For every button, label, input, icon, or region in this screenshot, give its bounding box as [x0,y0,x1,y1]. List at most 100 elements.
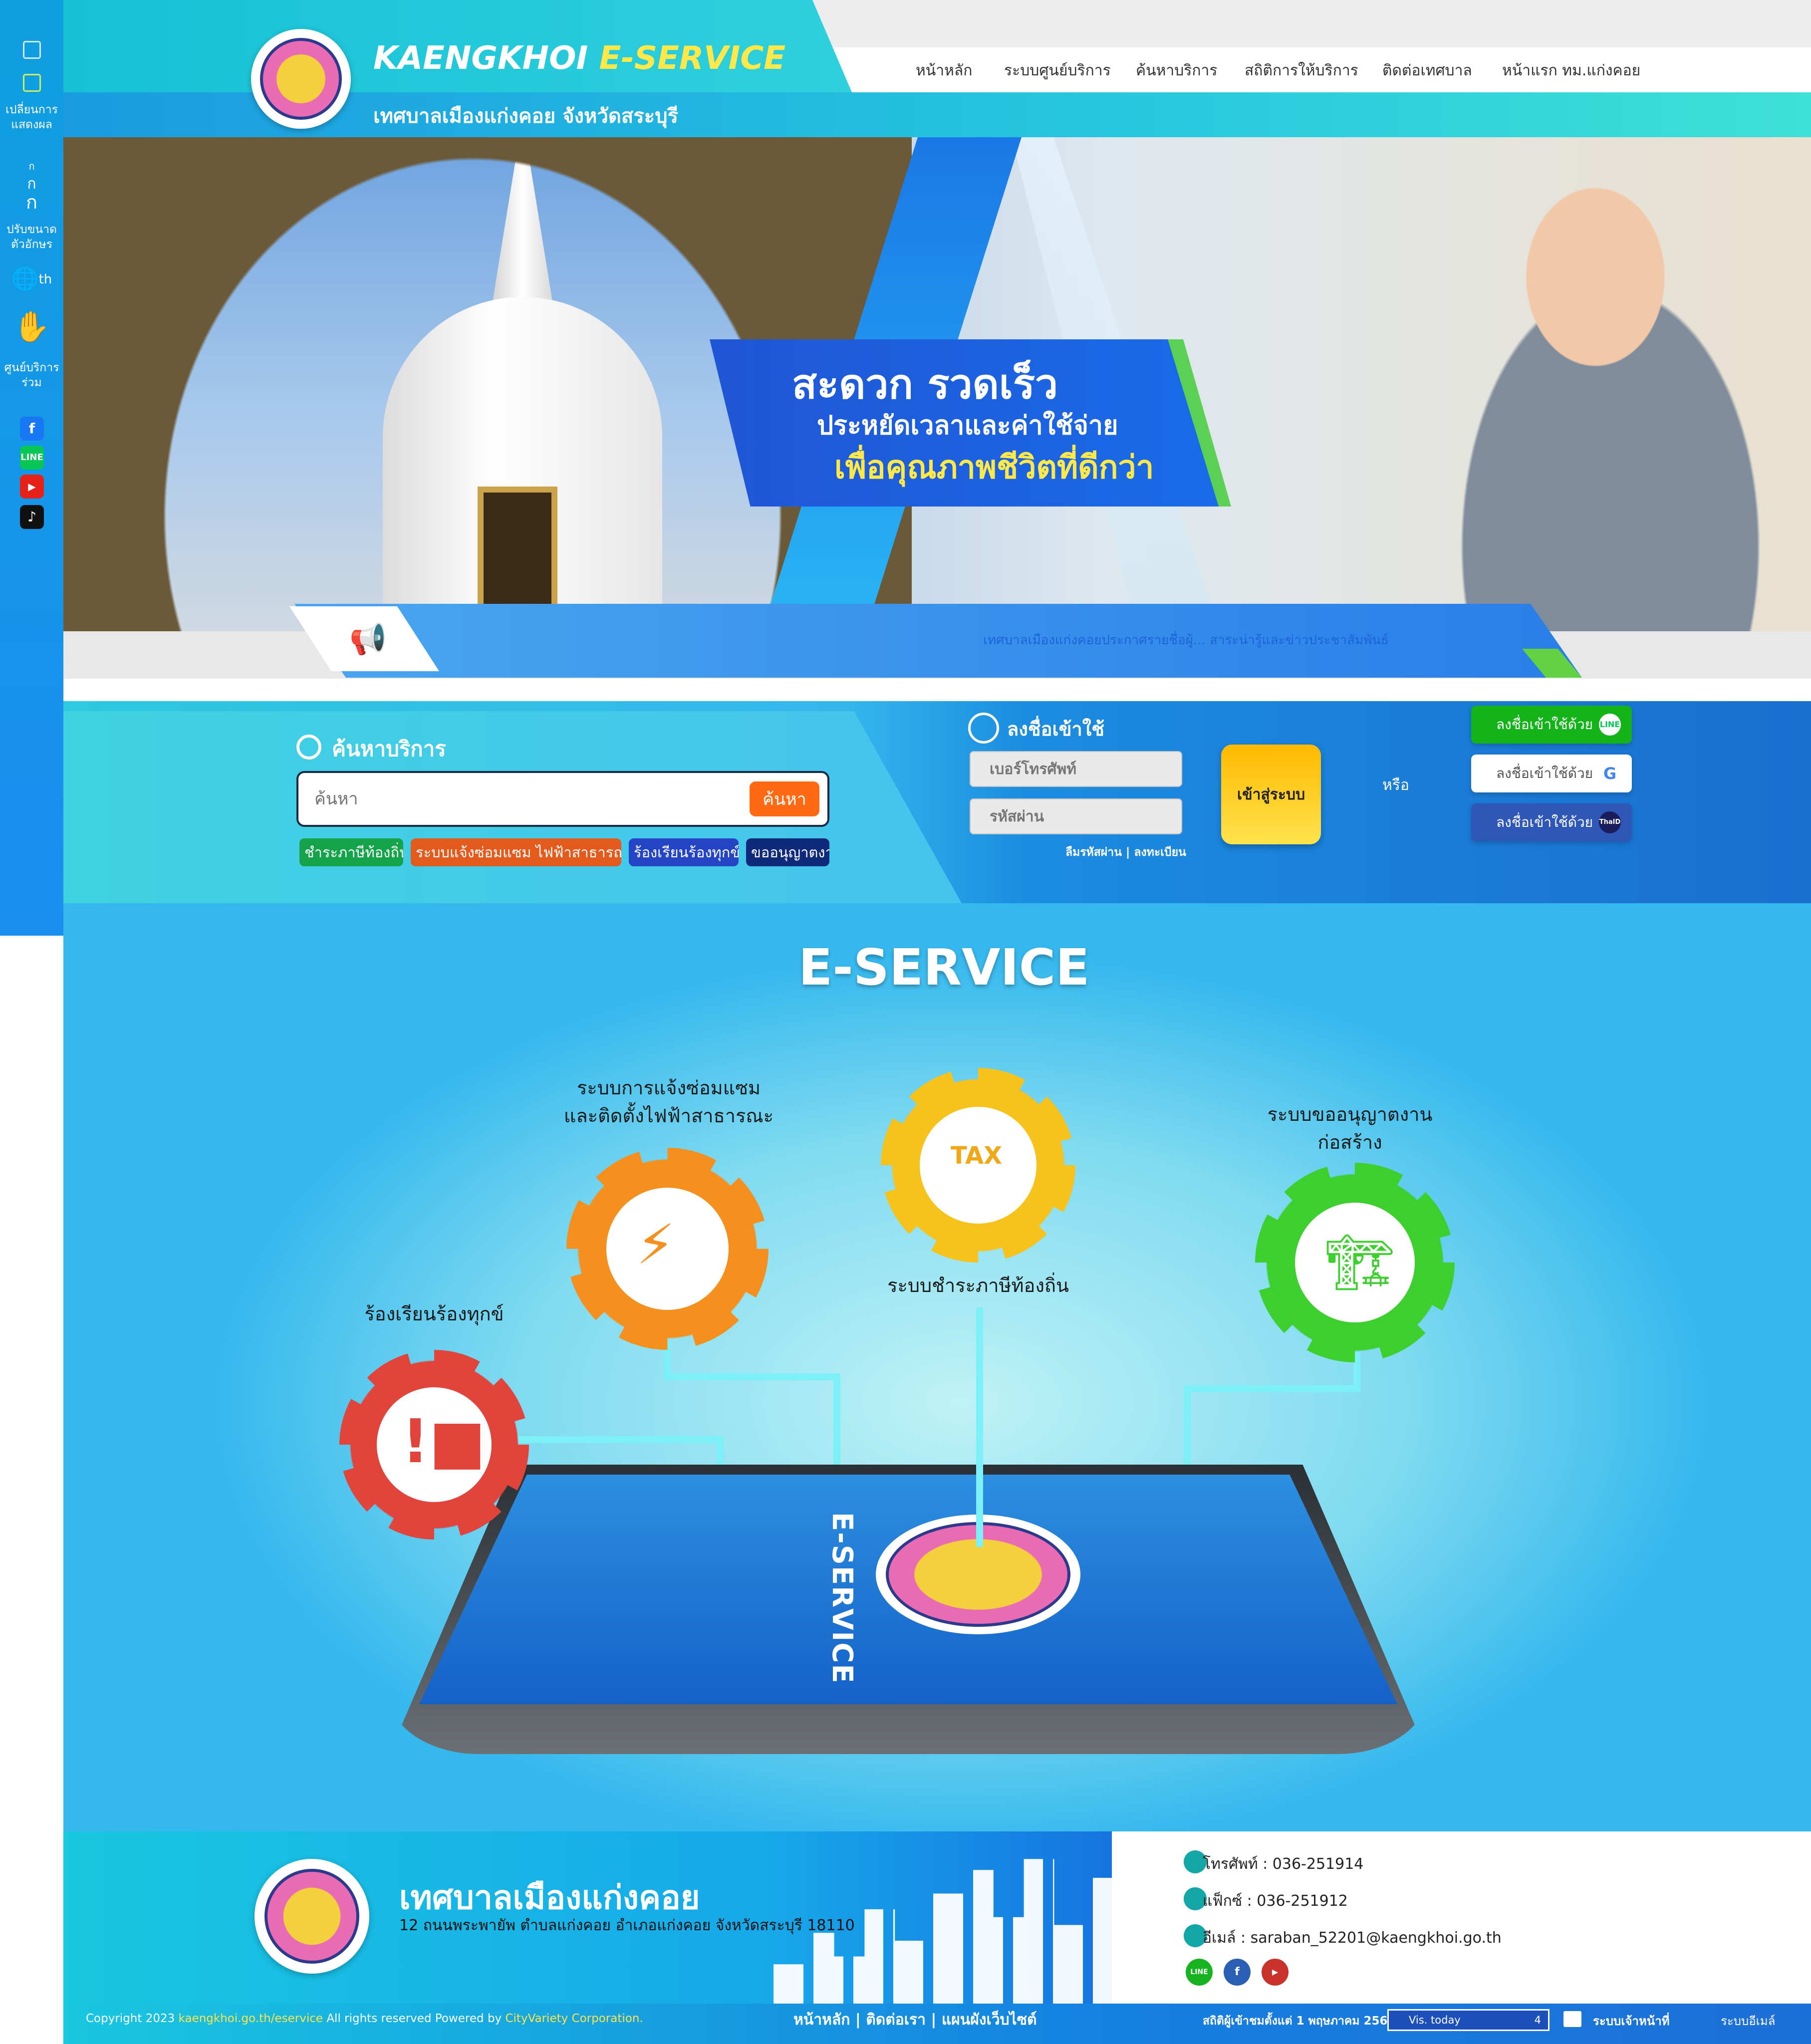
left-toolbar: เปลี่ยนการแสดงผล ก ก ก ปรับขนาดตัวอักษร … [0,0,63,936]
gear-center: ⚡ [606,1188,729,1310]
nav-statistics[interactable]: สถิติการให้บริการ [1245,59,1358,82]
login-button[interactable]: เข้าสู่ระบบ [1221,745,1321,844]
tag-streetlight-repair[interactable]: ระบบแจ้งซ่อมแซม ไฟฟ้าสาธารณะ [411,838,621,866]
hand-service-icon[interactable]: ✋ [0,312,63,342]
vendor-link[interactable]: CityVariety Corporation. [505,2012,643,2025]
password-input[interactable] [970,798,1182,834]
traveler-image [1421,167,1770,631]
footer-logo [255,1859,369,1974]
search-button[interactable]: ค้นหา [750,781,819,816]
brand-eservice: E-SERVICE [599,40,785,77]
copyright-year: Copyright 2023 [86,2012,175,2025]
google-login-label: ลงชื่อเข้าใช้ด้วย [1496,765,1593,781]
phone-input[interactable] [970,751,1182,787]
megaphone-icon: 📢 [349,622,387,657]
brand-title: KAENGKHOI E-SERVICE [373,40,785,77]
construction-icon: 🏗 [1325,1230,1395,1294]
copyright-rights: All rights reserved Powered by [326,2012,502,2025]
search-input[interactable] [314,782,739,815]
service-label-streetlight[interactable]: ระบบการแจ้งซ่อมแซม และติดตั้งไฟฟ้าสาธารณ… [524,1074,813,1130]
thaid-login-button[interactable]: ลงชื่อเข้าใช้ด้วย ThaID [1471,803,1632,841]
tag-construction-permit[interactable]: ขออนุญาตงา [746,838,829,866]
font-medium-button[interactable]: ก [0,177,63,192]
brand-name: KAENGKHOI [373,40,588,77]
power-tower-icon: ⚡ [636,1213,675,1277]
font-small-button[interactable]: ก [0,159,63,174]
eservice-vertical-label: E-SERVICE [826,1512,858,1684]
tag-complaint[interactable]: ร้องเรียนร้องทุกข์ [629,838,739,866]
news-ticker[interactable] [294,604,1582,678]
slogan-line-2: ประหยัดเวลาและค่าใช้จ่าย [817,411,1118,441]
tag-tax-payment[interactable]: ชำระภาษีท้องถิ่น [299,838,403,866]
service-gear-tax[interactable]: TAX [881,1068,1075,1263]
footer-email[interactable]: อีเมล์ : saraban_52201@kaengkhoi.go.th [1203,1926,1502,1950]
ticker-text[interactable]: เทศบาลเมืองแก่งคอยประกาศรายชื่อผู้... สา… [983,630,1389,650]
site-subtitle: เทศบาลเมืองแก่งคอย จังหวัดสระบุรี [373,105,679,128]
forgot-register-links[interactable]: ลืมรหัสผ่าน | ลงทะเบียน [1065,843,1186,861]
gear-center: 🏗 [1295,1203,1415,1322]
connector-line [976,1307,983,1547]
search-icon [296,735,321,760]
municipality-seal-icon [260,38,342,120]
youtube-icon[interactable]: ▶ [20,475,44,499]
contrast-view-icon[interactable] [23,74,41,92]
connector-line [664,1373,838,1380]
gear-center: TAX [920,1107,1036,1224]
service-label-complaint[interactable]: ร้องเรียนร้องทุกข์ [339,1300,529,1328]
footer-fax: แฟ็กซ์ : 036-251912 [1203,1892,1348,1910]
nav-service-center[interactable]: ระบบศูนย์บริการ [1004,59,1111,82]
slogan-line-3: เพื่อคุณภาพชีวิตที่ดีกว่า [834,449,1154,486]
eservice-title: E-SERVICE [798,938,1090,997]
line-icon[interactable]: LINE [1186,1959,1213,1986]
header-top-strip [798,0,1811,47]
visits-count: 4 [1534,2014,1541,2026]
service-center-label[interactable]: ศูนย์บริการร่วม [0,360,63,390]
copyright: Copyright 2023 kaengkhoi.go.th/eservice … [86,2012,643,2025]
complaint-icon: !■ [402,1407,486,1477]
nav-search-service[interactable]: ค้นหาบริการ [1136,59,1217,82]
connector-line [514,1436,724,1443]
service-gear-construction[interactable]: 🏗 [1255,1163,1455,1362]
service-gear-complaint[interactable]: !■ [339,1350,529,1539]
google-login-button[interactable]: ลงชื่อเข้าใช้ด้วย G [1471,755,1632,792]
service-label-tax[interactable]: ระบบชำระภาษีท้องถิ่น [848,1272,1108,1299]
tiktok-icon[interactable]: ♪ [20,505,44,529]
line-login-label: ลงชื่อเข้าใช้ด้วย [1496,716,1593,733]
login-title: ลงชื่อเข้าใช้ [1007,718,1105,740]
or-label: หรือ [1382,776,1409,794]
user-icon [968,713,999,744]
nav-contact[interactable]: ติดต่อเทศบาล [1382,59,1472,82]
gear-center: !■ [377,1387,492,1502]
thaid-login-label: ลงชื่อเข้าใช้ด้วย [1496,814,1593,830]
globe-icon[interactable]: 🌐th [0,268,63,290]
footer-phone: โทรศัพท์ : 036-251914 [1203,1855,1364,1873]
site-logo[interactable] [251,29,351,129]
thaid-icon: ThaID [1599,811,1621,833]
footer-links[interactable]: หน้าหลัก | ติดต่อเรา | แผนผังเว็บไซต์ [793,2008,1037,2032]
connector-line [1184,1385,1360,1392]
line-icon: LINE [1599,714,1621,736]
facebook-icon[interactable]: f [1224,1959,1251,1986]
line-login-button[interactable]: ลงชื่อเข้าใช้ด้วย LINE [1471,706,1632,744]
visitor-stats-label: สถิติผู้เข้าชมตั้งแต่ 1 พฤษภาคม 2566 [1203,2015,1396,2028]
webmail-link[interactable]: ระบบอีเมล์ [1721,2011,1775,2031]
nav-main-site[interactable]: หน้าแรก ทม.แก่งคอย [1502,59,1640,82]
grid-view-icon[interactable] [23,41,41,59]
nav-home[interactable]: หน้าหลัก [916,59,972,82]
facebook-icon[interactable]: f [20,417,44,441]
line-icon[interactable]: LINE [20,446,44,470]
font-large-button[interactable]: ก [0,193,63,212]
font-size-label: ปรับขนาดตัวอักษร [6,223,57,251]
service-gear-streetlight[interactable]: ⚡ [566,1148,769,1350]
visits-label: Vis. today [1409,2014,1461,2026]
visitor-counter: Vis. today 4 [1387,2009,1550,2031]
search-title: ค้นหาบริการ [332,737,446,761]
google-icon: G [1603,764,1617,783]
copyright-link[interactable]: kaengkhoi.go.th/eservice [179,2012,323,2025]
municipality-seal-icon [264,1869,359,1964]
youtube-icon[interactable]: ▶ [1262,1959,1289,1986]
display-mode-label[interactable]: เปลี่ยนการแสดงผล [0,102,63,132]
lang-label[interactable]: th [39,272,52,287]
service-label-construction[interactable]: ระบบขออนุญาตงาน ก่อสร้าง [1238,1100,1462,1156]
staff-login-link[interactable]: ระบบเจ้าหน้าที่ [1593,2011,1670,2031]
